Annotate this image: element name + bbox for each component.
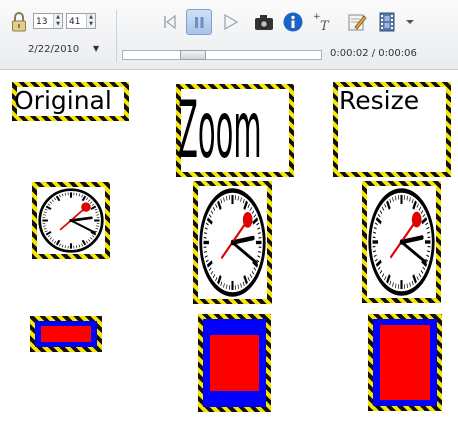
film-button[interactable] [375,10,399,34]
chevron-down-icon[interactable] [405,17,415,27]
time-readout: 0:00:02 / 0:00:06 [330,48,417,59]
zoom-clock-box [193,181,272,304]
resize-rect-box [368,314,442,411]
minute-value: 41 [69,17,81,27]
resize-label-box: Resize [333,82,451,177]
original-clock-box [32,182,110,259]
info-icon [283,12,303,32]
edit-icon [348,14,367,31]
minute-spinner[interactable]: 41 ▲ ▼ [66,13,96,29]
resize-label: Resize [339,86,420,115]
red-rect [380,325,430,400]
zoom-rect-box [198,314,271,412]
seek-slider[interactable] [122,50,322,60]
pause-icon [195,17,204,28]
clock-icon [38,188,104,253]
film-icon [379,12,395,32]
svg-text:T: T [320,19,330,34]
clock-icon [198,186,267,299]
date-dropdown-icon[interactable]: ▼ [93,44,99,53]
toolbar-divider [116,10,117,62]
resize-clock-box [362,181,441,303]
edit-button[interactable] [345,10,369,34]
camera-icon [255,15,273,30]
play-icon [224,13,239,31]
original-rect-box [30,316,102,352]
info-button[interactable] [281,10,305,34]
hour-spinner[interactable]: 13 ▲ ▼ [33,13,63,29]
date-value[interactable]: 2/22/2010 [28,44,79,55]
zoom-label: Zoom [178,84,262,177]
pause-button[interactable] [186,9,212,35]
add-text-button[interactable]: + T [310,10,334,34]
toolbar: 13 ▲ ▼ 41 ▲ ▼ 2/22/2010 ▼ + T 0:00:02 / … [0,0,458,70]
play-button[interactable] [218,10,242,34]
red-rect [210,335,259,391]
red-rect [41,326,91,342]
clock-icon [367,186,436,298]
seek-thumb[interactable] [180,50,206,60]
lock-icon[interactable] [11,11,27,33]
original-label-box: Original [12,82,129,121]
spinner-arrows-icon[interactable]: ▲ ▼ [53,14,62,28]
add-text-icon: + T [313,12,330,34]
spinner-arrows-icon[interactable]: ▲ ▼ [86,14,95,28]
original-label: Original [14,86,112,115]
skip-back-icon [164,14,176,30]
skip-back-button[interactable] [158,10,182,34]
hour-value: 13 [36,17,48,27]
zoom-label-box: Zoom [176,84,294,177]
snapshot-button[interactable] [252,10,276,34]
